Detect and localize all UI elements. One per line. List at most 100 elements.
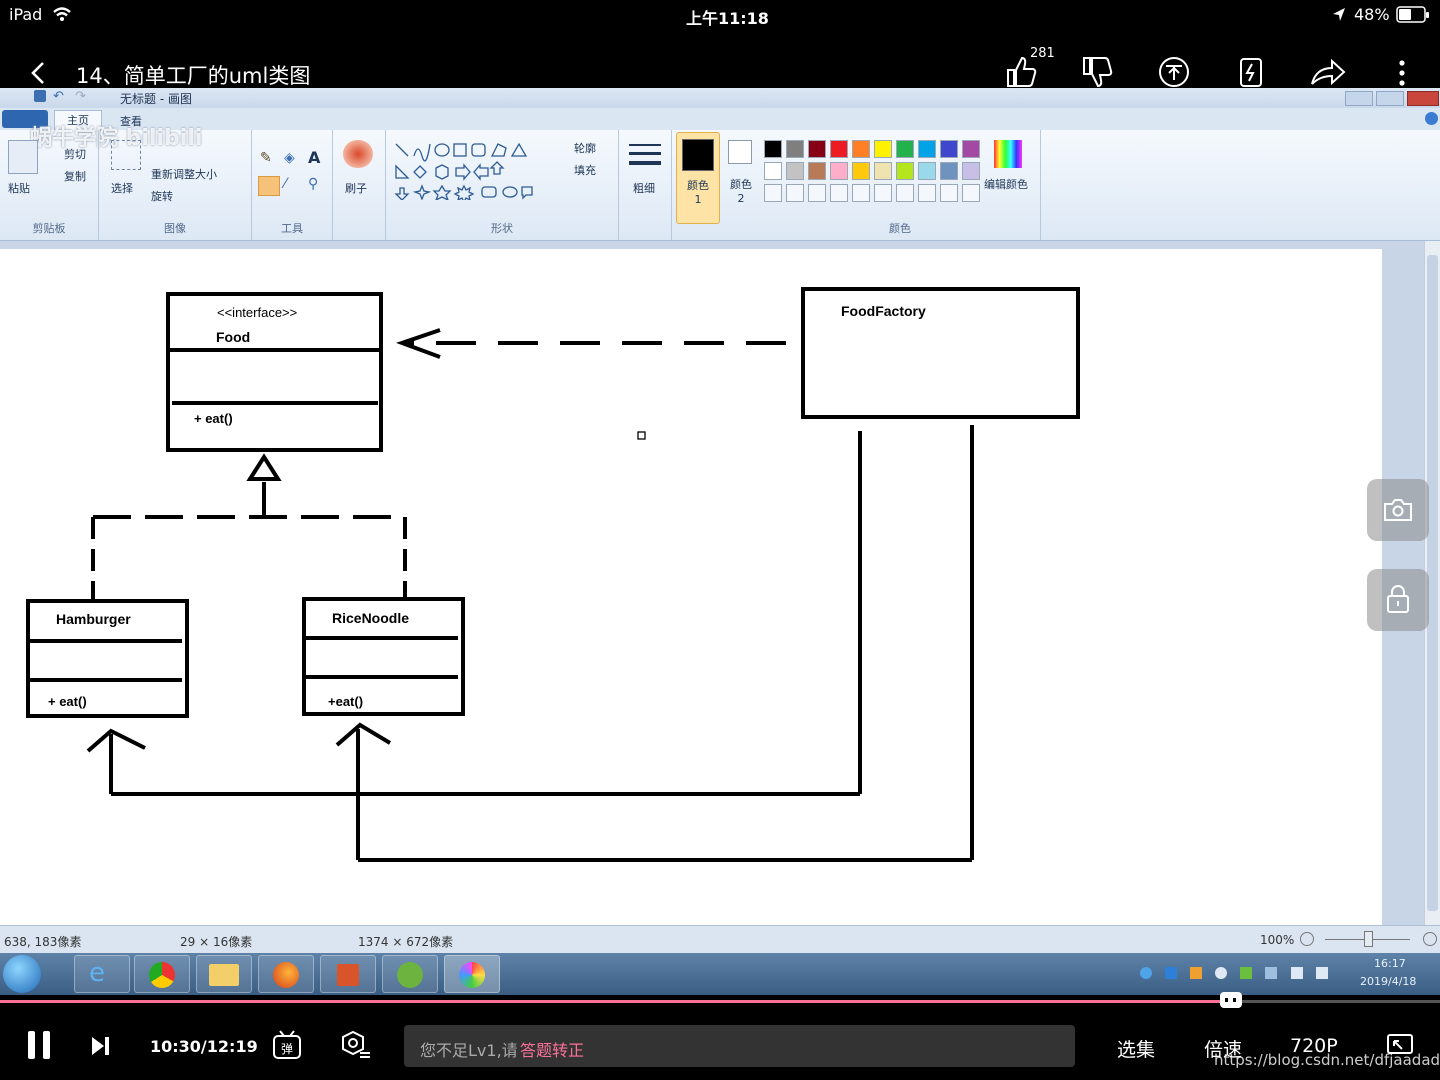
system-tray-icons[interactable] [1136, 965, 1346, 983]
empty-palette-swatch[interactable] [852, 184, 870, 202]
dislike-button[interactable] [1080, 54, 1120, 90]
answer-quiz-link[interactable]: 答题转正 [520, 1037, 584, 1061]
zoom-out-button[interactable] [1300, 932, 1314, 946]
fill-button[interactable]: 填充 [574, 162, 596, 178]
next-icon[interactable] [90, 1035, 112, 1057]
pencil-icon[interactable]: ✎ [260, 150, 272, 166]
empty-palette-swatch[interactable] [896, 184, 914, 202]
episodes-button[interactable]: 选集 [1117, 1035, 1155, 1062]
palette-swatch[interactable] [874, 140, 892, 158]
palette-swatch[interactable] [830, 162, 848, 180]
paste-icon[interactable] [8, 140, 38, 174]
folder-icon [209, 964, 239, 986]
close-button[interactable] [1407, 91, 1439, 106]
pause-button[interactable] [28, 1031, 52, 1059]
palette-swatch[interactable] [896, 140, 914, 158]
palette-swatch[interactable] [786, 140, 804, 158]
danmaku-settings-icon[interactable] [338, 1029, 372, 1061]
palette-swatch[interactable] [918, 162, 936, 180]
palette-swatch[interactable] [786, 162, 804, 180]
powerpoint-taskbar-button[interactable] [320, 955, 376, 993]
magnifier-icon[interactable]: ⚲ [308, 176, 318, 192]
screenshot-button[interactable] [1367, 479, 1429, 541]
help-icon[interactable] [1425, 112, 1438, 125]
select-label[interactable]: 选择 [111, 180, 133, 196]
color2-button[interactable]: 颜色 2 [722, 130, 758, 240]
paste-label[interactable]: 粘贴 [8, 180, 30, 196]
eraser-icon[interactable] [258, 176, 280, 196]
empty-palette-swatch[interactable] [786, 184, 804, 202]
more-icon[interactable] [1396, 58, 1408, 88]
video-progress-bar[interactable] [0, 992, 1440, 1009]
palette-swatch[interactable] [940, 140, 958, 158]
edit-colors-label[interactable]: 编辑颜色 [984, 176, 1028, 192]
empty-palette-swatch[interactable] [918, 184, 936, 202]
zoom-slider-thumb[interactable] [1364, 931, 1373, 947]
palette-swatch[interactable] [962, 162, 980, 180]
zoom-in-button[interactable] [1423, 932, 1437, 946]
paint-title-bar: ↶ ↷ 无标题 - 画图 [0, 88, 1440, 108]
start-button[interactable] [3, 955, 41, 993]
empty-palette-swatch[interactable] [808, 184, 826, 202]
explorer-taskbar-button[interactable] [196, 955, 252, 993]
palette-swatch[interactable] [962, 140, 980, 158]
palette-swatch[interactable] [874, 162, 892, 180]
select-icon[interactable] [111, 140, 141, 170]
danmaku-input[interactable]: 您不足Lv1,请 答题转正 [404, 1025, 1075, 1067]
palette-swatch[interactable] [808, 140, 826, 158]
coin-button[interactable] [1156, 54, 1196, 90]
color-picker-icon[interactable]: ⁄ [284, 176, 286, 192]
palette-swatch[interactable] [940, 162, 958, 180]
palette-swatch[interactable] [852, 162, 870, 180]
chrome-taskbar-button[interactable] [134, 955, 190, 993]
minimize-button[interactable] [1345, 91, 1373, 106]
palette-swatch[interactable] [830, 140, 848, 158]
hamburger-name: Hamburger [56, 611, 131, 627]
size-label[interactable]: 粗细 [631, 180, 657, 196]
progress-thumb-icon[interactable] [1220, 992, 1243, 1008]
edit-colors-icon[interactable] [994, 140, 1022, 168]
rotate-button[interactable]: 旋转 [151, 188, 173, 204]
undo-icon[interactable]: ↶ [53, 89, 64, 104]
back-icon[interactable] [28, 60, 48, 86]
size-group[interactable]: 粗细 [619, 130, 672, 240]
taskbar-date[interactable]: 2019/4/18 [1360, 975, 1416, 988]
resize-button[interactable]: 重新调整大小 [151, 166, 217, 182]
color1-button[interactable]: 颜色 1 [676, 132, 720, 224]
empty-palette-swatch[interactable] [764, 184, 782, 202]
charge-button[interactable] [1233, 54, 1273, 90]
shapes-gallery-icon[interactable] [392, 140, 542, 200]
empty-palette-swatch[interactable] [830, 184, 848, 202]
brush-icon[interactable] [343, 140, 373, 168]
empty-palette-swatch[interactable] [874, 184, 892, 202]
screen-lock-button[interactable] [1367, 569, 1429, 631]
ie-taskbar-button[interactable]: e [74, 955, 130, 993]
fill-icon[interactable]: ◈ [284, 150, 295, 166]
copy-button[interactable]: 复制 [64, 168, 86, 184]
ribbon-tabs: 主页 查看 [0, 108, 1440, 131]
redo-icon[interactable]: ↷ [75, 89, 86, 104]
like-count: 281 [1030, 46, 1055, 61]
palette-swatch[interactable] [918, 140, 936, 158]
drawing-canvas[interactable]: <<interface>> Food + eat() FoodFactory H… [0, 249, 1382, 925]
cut-button[interactable]: 剪切 [64, 146, 86, 162]
outline-button[interactable]: 轮廓 [574, 140, 596, 156]
brush-label[interactable]: 刷子 [345, 180, 367, 196]
palette-swatch[interactable] [852, 140, 870, 158]
paint-taskbar-button[interactable] [444, 955, 500, 993]
text-icon[interactable]: A [308, 148, 320, 167]
taskbar-time[interactable]: 16:17 [1374, 957, 1406, 970]
save-icon[interactable] [34, 90, 46, 102]
palette-swatch[interactable] [808, 162, 826, 180]
palette-swatch[interactable] [896, 162, 914, 180]
spring-taskbar-button[interactable] [382, 955, 438, 993]
danmaku-toggle-icon[interactable]: 弹 [272, 1029, 306, 1061]
palette-swatch[interactable] [764, 162, 782, 180]
share-button[interactable] [1308, 54, 1348, 90]
palette-swatch[interactable] [764, 140, 782, 158]
restore-button[interactable] [1376, 91, 1404, 106]
empty-palette-swatch[interactable] [962, 184, 980, 202]
brush-group[interactable]: 刷子 [333, 130, 386, 240]
firefox-taskbar-button[interactable] [258, 955, 314, 993]
empty-palette-swatch[interactable] [940, 184, 958, 202]
